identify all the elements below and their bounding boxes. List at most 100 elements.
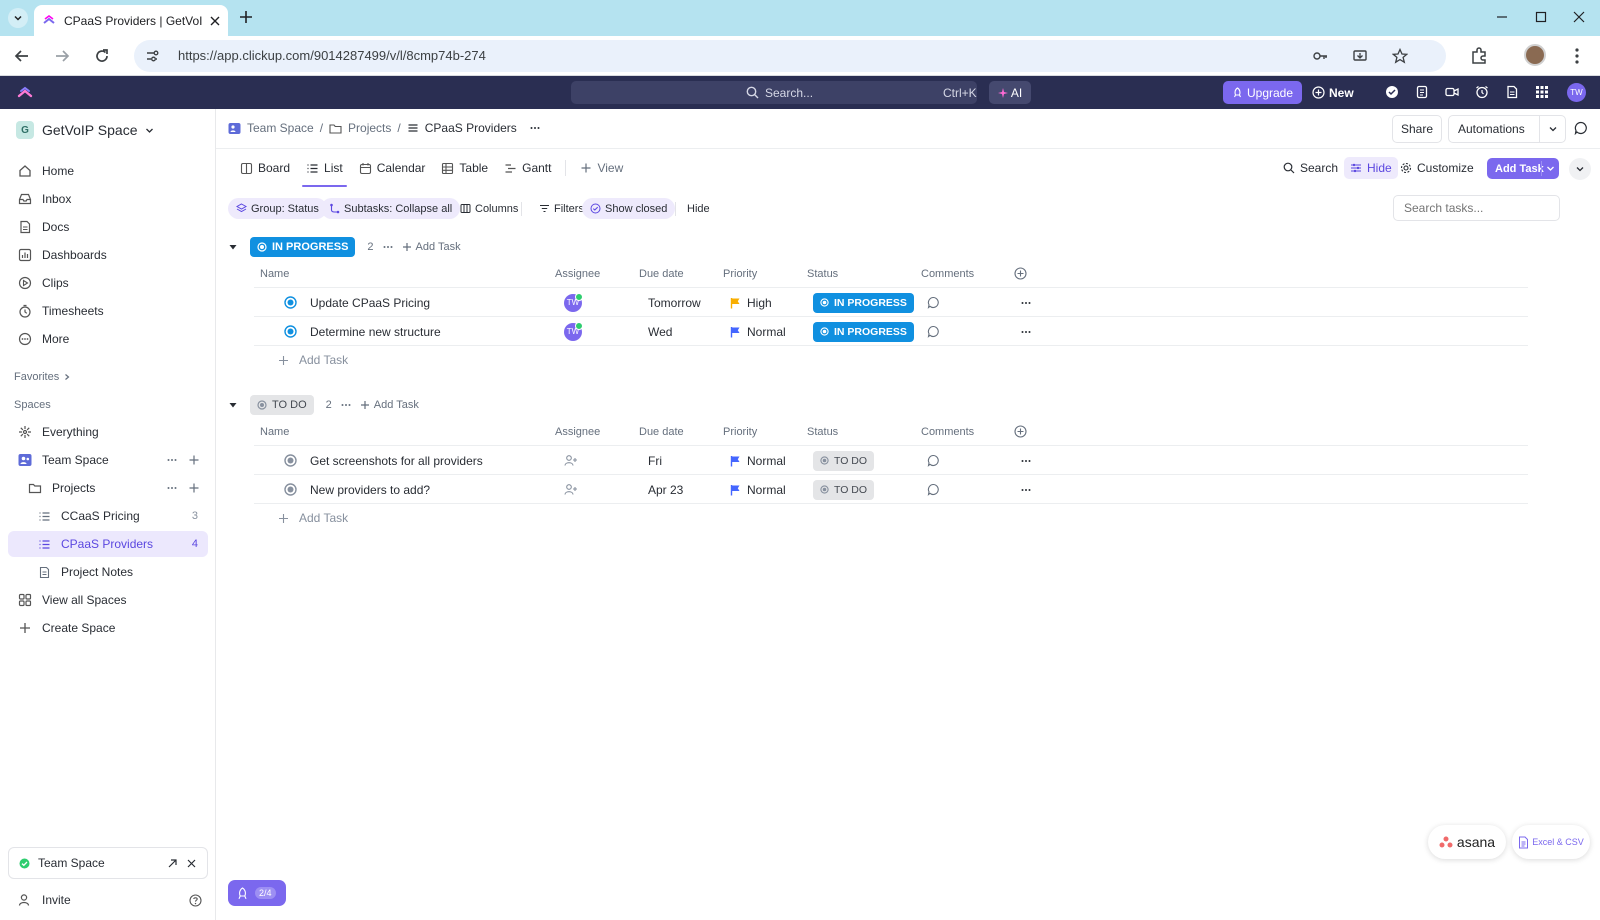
inline-add-task[interactable]: Add Task xyxy=(278,506,348,530)
task-due-date[interactable]: Apr 23 xyxy=(648,475,683,504)
task-name[interactable]: Update CPaaS Pricing xyxy=(310,288,430,317)
more-horizontal-icon[interactable] xyxy=(382,241,394,253)
task-name[interactable]: Determine new structure xyxy=(310,317,441,346)
customize-button[interactable]: Customize xyxy=(1400,161,1474,175)
add-task-button[interactable]: Add Task xyxy=(1487,158,1559,179)
add-column-icon[interactable] xyxy=(1014,425,1027,438)
tab-board[interactable]: Board xyxy=(232,153,298,183)
add-column-icon[interactable] xyxy=(1014,267,1027,280)
task-assignee[interactable]: TW xyxy=(564,317,583,346)
site-info-icon[interactable] xyxy=(144,48,160,64)
close-window-button[interactable] xyxy=(1573,11,1585,23)
close-icon[interactable] xyxy=(186,858,197,869)
collapse-toolbar-button[interactable] xyxy=(1569,158,1591,180)
open-external-icon[interactable] xyxy=(167,858,178,869)
task-comments[interactable] xyxy=(927,446,940,475)
user-avatar[interactable]: TW xyxy=(1567,83,1586,102)
hide-chip[interactable]: Hide xyxy=(679,198,718,219)
alarm-clock-icon[interactable] xyxy=(1475,85,1489,99)
table-row[interactable]: Get screenshots for all providers Fri No… xyxy=(254,445,1528,474)
column-header-due-date[interactable]: Due date xyxy=(639,426,684,438)
automations-button[interactable]: Automations xyxy=(1448,115,1566,143)
task-name[interactable]: Get screenshots for all providers xyxy=(310,446,483,475)
view-search-button[interactable]: Search xyxy=(1283,161,1338,175)
row-menu[interactable] xyxy=(1020,317,1032,346)
task-priority[interactable]: Normal xyxy=(730,446,786,475)
breadcrumb-team-space[interactable]: Team Space xyxy=(247,121,314,135)
column-header-name[interactable]: Name xyxy=(260,426,289,438)
minimize-button[interactable] xyxy=(1496,11,1508,23)
table-row[interactable]: Determine new structure TW Wed Normal IN… xyxy=(254,316,1528,345)
tab-list[interactable]: List xyxy=(298,153,351,187)
row-menu[interactable] xyxy=(1020,288,1032,317)
help-icon[interactable] xyxy=(189,893,202,907)
forward-button[interactable] xyxy=(53,47,71,65)
table-row[interactable]: Update CPaaS Pricing TW Tomorrow High IN… xyxy=(254,287,1528,316)
column-header-priority[interactable]: Priority xyxy=(723,426,757,438)
status-badge[interactable]: IN PROGRESS xyxy=(250,237,356,257)
breadcrumb-current[interactable]: CPaaS Providers xyxy=(425,121,517,135)
workspace-switcher[interactable]: G GetVoIP Space xyxy=(16,121,154,139)
sidebar-item-inbox[interactable]: Inbox xyxy=(8,186,208,212)
maximize-button[interactable] xyxy=(1535,11,1547,23)
apps-grid-icon[interactable] xyxy=(1535,85,1549,99)
column-header-priority[interactable]: Priority xyxy=(723,268,757,280)
plus-icon[interactable] xyxy=(188,482,200,494)
ai-button[interactable]: AI xyxy=(989,81,1031,104)
browser-tab[interactable]: CPaaS Providers | GetVoIP Sp xyxy=(34,5,228,36)
sidebar-item-team-space[interactable]: Team Space xyxy=(8,447,208,473)
invite-button[interactable]: Invite xyxy=(18,889,202,911)
sidebar-item-ccaas-pricing[interactable]: CCaaS Pricing 3 xyxy=(8,503,208,529)
column-header-assignee[interactable]: Assignee xyxy=(555,268,600,280)
more-horizontal-icon[interactable] xyxy=(166,454,178,466)
tab-search-button[interactable] xyxy=(8,8,28,28)
profile-avatar[interactable] xyxy=(1524,44,1546,66)
tab-add-view[interactable]: View xyxy=(572,153,631,183)
task-status[interactable]: TO DO xyxy=(813,475,875,504)
back-button[interactable] xyxy=(13,47,31,65)
excel-import-button[interactable]: Excel & CSV xyxy=(1512,825,1590,859)
caret-down-icon[interactable] xyxy=(228,400,238,410)
chat-icon[interactable] xyxy=(1574,121,1588,135)
status-badge[interactable]: TO DO xyxy=(250,395,314,415)
task-status-toggle[interactable] xyxy=(284,317,297,346)
sidebar-item-home[interactable]: Home xyxy=(8,158,208,184)
task-comments[interactable] xyxy=(927,288,940,317)
sidebar-item-create-space[interactable]: Create Space xyxy=(8,615,208,641)
upgrade-button[interactable]: Upgrade xyxy=(1223,81,1302,104)
column-header-comments[interactable]: Comments xyxy=(921,426,974,438)
task-status[interactable]: IN PROGRESS xyxy=(813,317,914,346)
favorites-header[interactable]: Favorites xyxy=(14,371,71,383)
column-header-due-date[interactable]: Due date xyxy=(639,268,684,280)
task-due-date[interactable]: Fri xyxy=(648,446,662,475)
document-icon[interactable] xyxy=(1505,85,1519,99)
task-name[interactable]: New providers to add? xyxy=(310,475,430,504)
task-comments[interactable] xyxy=(927,317,940,346)
task-status[interactable]: IN PROGRESS xyxy=(813,288,914,317)
reload-button[interactable] xyxy=(93,47,111,65)
bookmark-star-icon[interactable] xyxy=(1392,48,1408,64)
task-status[interactable]: TO DO xyxy=(813,446,875,475)
asana-import-button[interactable]: asana xyxy=(1428,825,1506,859)
chevron-down-icon[interactable] xyxy=(1548,124,1558,134)
breadcrumb-projects[interactable]: Projects xyxy=(348,121,391,135)
more-horizontal-icon[interactable] xyxy=(529,122,541,134)
tab-gantt[interactable]: Gantt xyxy=(496,153,559,183)
column-header-comments[interactable]: Comments xyxy=(921,268,974,280)
tab-calendar[interactable]: Calendar xyxy=(351,153,434,183)
new-tab-button[interactable] xyxy=(238,9,254,25)
tab-table[interactable]: Table xyxy=(433,153,496,183)
column-header-status[interactable]: Status xyxy=(807,426,838,438)
more-horizontal-icon[interactable] xyxy=(340,399,352,411)
show-closed-chip[interactable]: Show closed xyxy=(582,198,676,219)
column-header-status[interactable]: Status xyxy=(807,268,838,280)
sidebar-item-clips[interactable]: Clips xyxy=(8,270,208,296)
task-status-toggle[interactable] xyxy=(284,288,297,317)
address-bar[interactable]: https://app.clickup.com/9014287499/v/l/8… xyxy=(134,40,1446,72)
sidebar-item-dashboards[interactable]: Dashboards xyxy=(8,242,208,268)
sidebar-item-view-all-spaces[interactable]: View all Spaces xyxy=(8,587,208,613)
extensions-icon[interactable] xyxy=(1469,46,1489,66)
plus-icon[interactable] xyxy=(188,454,200,466)
task-comments[interactable] xyxy=(927,475,940,504)
task-priority[interactable]: Normal xyxy=(730,475,786,504)
